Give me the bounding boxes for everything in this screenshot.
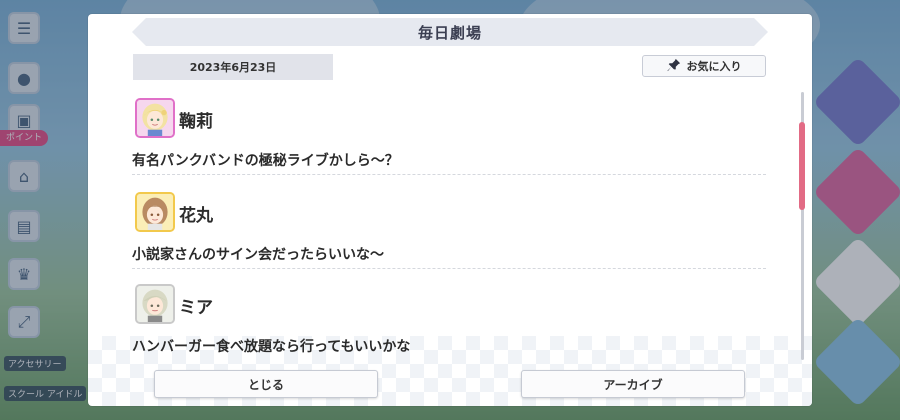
daily-theater-dialog: 毎日劇場 2023年6月23日 お気に入り 鞠莉 有名パンクバンドの極秘ライブか… — [88, 14, 812, 406]
dialog-title: 毎日劇場 — [417, 23, 482, 42]
date-label: 2023年6月23日 — [133, 54, 333, 80]
character-name: 花丸 — [179, 206, 213, 226]
scrollbar-thumb[interactable] — [799, 122, 805, 210]
favorite-button[interactable]: お気に入り — [642, 55, 766, 77]
pin-icon — [666, 58, 681, 75]
favorite-label: お気に入り — [686, 60, 742, 73]
divider — [132, 174, 766, 175]
character-name: ミア — [179, 298, 213, 318]
title-bar: 毎日劇場 — [132, 18, 768, 46]
avatar-mia — [135, 284, 175, 324]
dialogue-line: 有名パンクバンドの極秘ライブかしら～？ — [132, 153, 399, 169]
close-button[interactable]: とじる — [154, 370, 378, 398]
avatar-hanamaru — [135, 192, 175, 232]
archive-button[interactable]: アーカイブ — [521, 370, 745, 398]
dialogue-line: 小説家さんのサイン会だったらいいな～ — [132, 247, 384, 263]
divider — [132, 268, 766, 269]
avatar-mari — [135, 98, 175, 138]
character-name: 鞠莉 — [179, 112, 213, 132]
dialogue-line: ハンバーガー食べ放題なら行ってもいいかな — [132, 339, 411, 355]
